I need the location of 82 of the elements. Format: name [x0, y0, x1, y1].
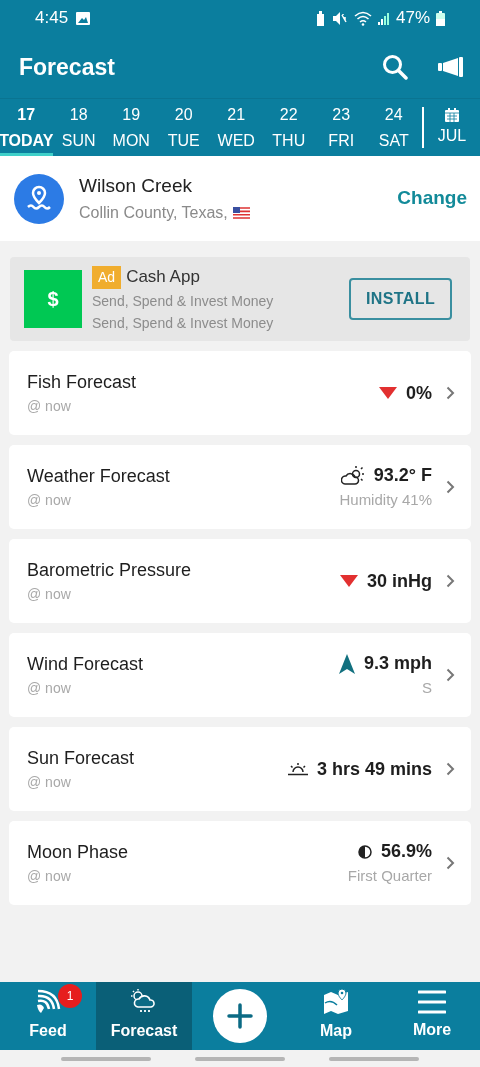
menu-icon [418, 990, 446, 1014]
nav-tab[interactable]: Map [288, 982, 384, 1050]
day-tab[interactable]: 18 SUN [52, 99, 105, 156]
image-icon [76, 11, 91, 25]
card-detail: First Quarter [347, 866, 432, 887]
battery-percent: 47% [395, 7, 430, 30]
ad-description: Send, Spend & Invest Money [92, 313, 275, 333]
card-value: 3 hrs 49 mins [316, 757, 432, 781]
app-logo: $ [24, 270, 82, 328]
chevron-right-icon [446, 856, 455, 870]
chevron-right-icon [446, 574, 455, 588]
mute-icon [331, 10, 348, 26]
chevron-right-icon [446, 480, 455, 494]
navigation-arrow-icon [338, 653, 355, 674]
forecast-card[interactable]: Weather Forecast @ now 93.2° F Humidity 41% [9, 445, 471, 529]
half-moon-icon [357, 844, 372, 859]
chevron-right-icon [446, 762, 455, 776]
day-tab[interactable]: 22 THU [262, 99, 315, 156]
card-value: 93.2° F [373, 464, 432, 488]
install-button[interactable]: INSTALL [349, 278, 452, 320]
card-title: Wind Forecast [27, 653, 145, 676]
ad-title: Cash App [126, 266, 200, 289]
day-tab[interactable]: 20 TUE [157, 99, 210, 156]
day-tab[interactable]: 24 SAT [367, 99, 420, 156]
plus-icon [227, 1003, 253, 1029]
ad-badge: Ad [92, 265, 122, 289]
month-button[interactable]: JUL [424, 99, 480, 156]
cloud-rain-icon [130, 989, 158, 1015]
card-detail: Humidity 41% [339, 490, 432, 511]
add-button[interactable] [213, 989, 267, 1043]
feed-signal-icon [35, 989, 61, 1015]
card-subtitle: @ now [27, 679, 72, 698]
card-title: Fish Forecast [27, 371, 138, 394]
chevron-right-icon [446, 668, 455, 682]
down-triangle-icon [379, 387, 397, 399]
card-detail: S [422, 678, 432, 699]
sunset-icon [287, 762, 308, 776]
nav-tab[interactable]: More [384, 982, 480, 1050]
card-subtitle: @ now [27, 867, 72, 886]
notification-badge: 1 [58, 984, 82, 1008]
location-name: Wilson Creek [79, 174, 193, 199]
card-value: 30 inHg [367, 569, 432, 593]
chevron-right-icon [446, 386, 455, 400]
forecast-card[interactable]: Fish Forecast @ now 0% [9, 351, 471, 435]
battery-icon [436, 10, 445, 26]
status-time: 4:45 [35, 7, 69, 30]
card-title: Moon Phase [27, 841, 130, 864]
flag-icon [232, 206, 250, 219]
partly-sunny-icon [340, 465, 365, 486]
ad-description: Send, Spend & Invest Money [92, 291, 275, 311]
card-subtitle: @ now [27, 491, 72, 510]
card-value: 9.3 mph [363, 652, 432, 676]
signal-icon [377, 11, 390, 25]
forecast-card[interactable]: Wind Forecast @ now 9.3 mph S [9, 633, 471, 717]
calendar-icon [445, 107, 459, 122]
location-pin-icon [14, 173, 64, 224]
forecast-card[interactable]: Sun Forecast @ now 3 hrs 49 mins [9, 727, 471, 811]
change-button[interactable]: Change [397, 184, 467, 213]
wifi-icon [353, 10, 372, 26]
card-subtitle: @ now [27, 585, 72, 604]
forecast-card[interactable]: Moon Phase @ now 56.9% First Quarter [9, 821, 471, 905]
card-title: Weather Forecast [27, 465, 171, 488]
day-tab[interactable]: 17 TODAY [0, 99, 53, 156]
card-subtitle: @ now [27, 397, 72, 416]
nav-tab[interactable]: Feed 1 [0, 982, 96, 1050]
card-value: 0% [406, 381, 432, 405]
megaphone-icon[interactable] [438, 57, 464, 77]
day-tab[interactable]: 23 FRI [315, 99, 368, 156]
card-title: Barometric Pressure [27, 559, 193, 582]
card-value: 56.9% [380, 840, 432, 864]
day-tab[interactable]: 19 MON [105, 99, 158, 156]
card-subtitle: @ now [27, 773, 72, 792]
ad-banner[interactable]: $ Ad Cash App Send, Spend & Invest Money Send, Spend & Invest Money INSTALL [10, 257, 470, 341]
location-region: Collin County, Texas, [79, 202, 228, 223]
search-icon[interactable] [382, 54, 408, 80]
map-pin-icon [323, 989, 349, 1015]
card-title: Sun Forecast [27, 747, 136, 770]
forecast-card[interactable]: Barometric Pressure @ now 30 inHg [9, 539, 471, 623]
down-triangle-icon [340, 575, 358, 587]
nav-tab[interactable]: Forecast [96, 982, 192, 1050]
day-tab[interactable]: 21 WED [210, 99, 263, 156]
app-title: Forecast [19, 52, 115, 82]
